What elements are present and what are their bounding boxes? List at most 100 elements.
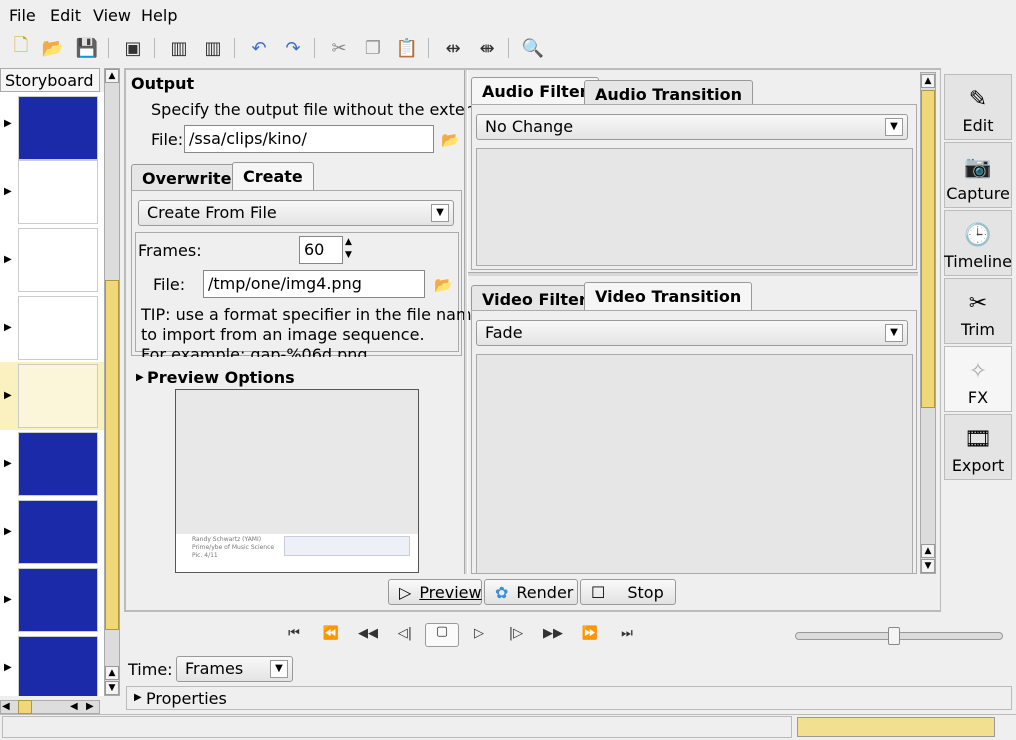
scroll-down-icon[interactable]: ▼ [921,559,935,573]
storyboard-scrollbar-thumb[interactable] [105,280,119,630]
sparkle-icon: ✧ [968,359,988,384]
menu-help[interactable]: Help [141,6,177,25]
sidebar-item-trim[interactable]: ✂ Trim [944,278,1012,344]
contract-icon[interactable]: ⇼ [474,35,500,61]
expander-triangle-icon[interactable]: ▶ [134,692,142,703]
image-file-input[interactable]: /tmp/one/img4.png [203,270,425,298]
horizontal-scrollbar-thumb[interactable] [18,700,32,714]
preview-options-label[interactable]: Preview Options [147,368,295,387]
pane-divider-horizontal[interactable] [468,272,918,276]
stop-transport-icon[interactable]: ▢ [425,623,459,647]
output-file-input[interactable]: /ssa/clips/kino/ [184,125,434,153]
sidebar-item-export[interactable]: 🎞 Export [944,414,1012,480]
audio-filter-select[interactable]: No Change ▼ [476,114,908,140]
zoom-icon[interactable]: 🔍 [520,35,546,61]
scroll-up-icon[interactable]: ▲ [921,544,935,558]
sidebar-item-capture[interactable]: 📷 Capture [944,142,1012,208]
sidebar-item-timeline[interactable]: 🕒 Timeline [944,210,1012,276]
frames-spinbox[interactable]: 60 [299,236,343,264]
export-image-icon[interactable]: ▣ [120,35,146,61]
tab-audio-filter[interactable]: Audio Filter [471,77,599,105]
scroll-up-icon[interactable]: ▲ [105,69,119,83]
menu-file[interactable]: File [9,6,36,25]
storyboard-thumbnail-selected[interactable] [18,364,98,428]
expand-triangle-icon[interactable]: ▶ [4,526,12,537]
expand-triangle-icon[interactable]: ▶ [4,186,12,197]
play-icon[interactable]: ▷ [468,626,490,646]
pane-divider[interactable] [464,70,468,574]
expand-triangle-icon[interactable]: ▶ [4,390,12,401]
next-scene-icon[interactable]: ⏩ [579,626,601,646]
scroll-left-icon[interactable]: ◀ [70,701,78,712]
dropdown-arrow-icon: ▼ [431,204,449,222]
cut-icon[interactable]: ✂ [326,35,352,61]
create-mode-select[interactable]: Create From File ▼ [138,200,454,226]
storyboard-thumbnail[interactable] [18,96,98,160]
stop-button[interactable]: ☐ Stop [580,579,676,605]
browse-folder-icon[interactable]: 📂 [441,131,460,149]
preview-caption-line-3: Pic. 4/11 [192,552,218,559]
tip-line-2: to import from an image sequence. [141,325,425,344]
menu-view[interactable]: View [93,6,131,25]
storyboard-thumbnail[interactable] [18,432,98,496]
storyboard-thumbnail[interactable] [18,636,98,696]
scroll-up-icon[interactable]: ▲ [105,666,119,680]
tab-create[interactable]: Create [232,162,314,190]
save-icon[interactable]: 💾 [74,35,100,61]
properties-label[interactable]: Properties [146,689,227,708]
scroll-right-icon[interactable]: ▶ [86,701,94,712]
expander-triangle-icon[interactable]: ▶ [136,372,144,383]
horizontal-scrollbar[interactable] [0,700,100,714]
tab-audio-transition[interactable]: Audio Transition [584,80,754,105]
menu-edit[interactable]: Edit [50,6,81,25]
copy-icon[interactable]: ❐ [360,35,386,61]
tab-overwrite[interactable]: Overwrite [131,164,243,190]
scroll-up-icon[interactable]: ▲ [921,74,935,88]
go-to-start-icon[interactable]: ⏮ [283,626,305,646]
expand-triangle-icon[interactable]: ▶ [4,322,12,333]
fast-forward-icon[interactable]: ▶▶ [542,626,564,646]
time-format-select[interactable]: Frames ▼ [176,656,293,682]
preview-button[interactable]: ▷ Preview [388,579,482,605]
expand-icon[interactable]: ⇹ [440,35,466,61]
scroll-left-icon[interactable]: ◀ [2,701,10,712]
preview-caption-line-1: Randy Schwartz (YAMI) [192,536,262,543]
video-transition-select[interactable]: Fade ▼ [476,320,908,346]
go-to-end-icon[interactable]: ⏭ [616,626,638,646]
expand-triangle-icon[interactable]: ▶ [4,662,12,673]
storyboard-thumbnail[interactable] [18,160,98,224]
storyboard-thumbnail[interactable] [18,500,98,564]
previous-scene-icon[interactable]: ⏪ [320,626,342,646]
film-split-icon[interactable]: ▥ [166,35,192,61]
expand-triangle-icon[interactable]: ▶ [4,594,12,605]
tab-video-filter[interactable]: Video Filter [471,285,598,311]
storyboard-list[interactable]: ▶ ▶ ▶ ▶ ▶ ▶ ▶ ▶ ▶ [0,92,104,696]
film-join-icon[interactable]: ▥ [200,35,226,61]
expand-triangle-icon[interactable]: ▶ [4,118,12,129]
storyboard-thumbnail[interactable] [18,296,98,360]
previous-frame-icon[interactable]: ◁| [394,626,416,646]
storyboard-thumbnail[interactable] [18,568,98,632]
effects-scrollbar-thumb[interactable] [921,90,935,408]
tab-video-transition[interactable]: Video Transition [584,282,753,311]
spin-arrows-icon[interactable]: ▲ ▼ [345,236,352,262]
scroll-down-icon[interactable]: ▼ [105,681,119,695]
shuttle-slider-handle[interactable] [888,627,900,645]
sidebar-item-fx[interactable]: ✧ FX [944,346,1012,412]
paste-icon[interactable]: 📋 [394,35,420,61]
undo-icon[interactable]: ↶ [246,35,272,61]
expand-triangle-icon[interactable]: ▶ [4,458,12,469]
open-folder-icon[interactable]: 📂 [40,35,66,61]
new-file-icon[interactable]: 🗋 [8,35,34,61]
render-button[interactable]: ✿ Render [484,579,578,605]
rewind-icon[interactable]: ◀◀ [357,626,379,646]
redo-icon[interactable]: ↷ [280,35,306,61]
sidebar-item-edit[interactable]: ✎ Edit [944,74,1012,140]
browse-folder-icon[interactable]: 📂 [434,276,453,294]
expand-triangle-icon[interactable]: ▶ [4,254,12,265]
next-frame-icon[interactable]: |▷ [505,626,527,646]
properties-expander[interactable] [126,686,1012,710]
preview-frame-strip: Randy Schwartz (YAMI) Prime/ybe of Music… [176,534,418,572]
storyboard-thumbnail[interactable] [18,228,98,292]
storyboard-label: Storyboard [0,68,100,92]
